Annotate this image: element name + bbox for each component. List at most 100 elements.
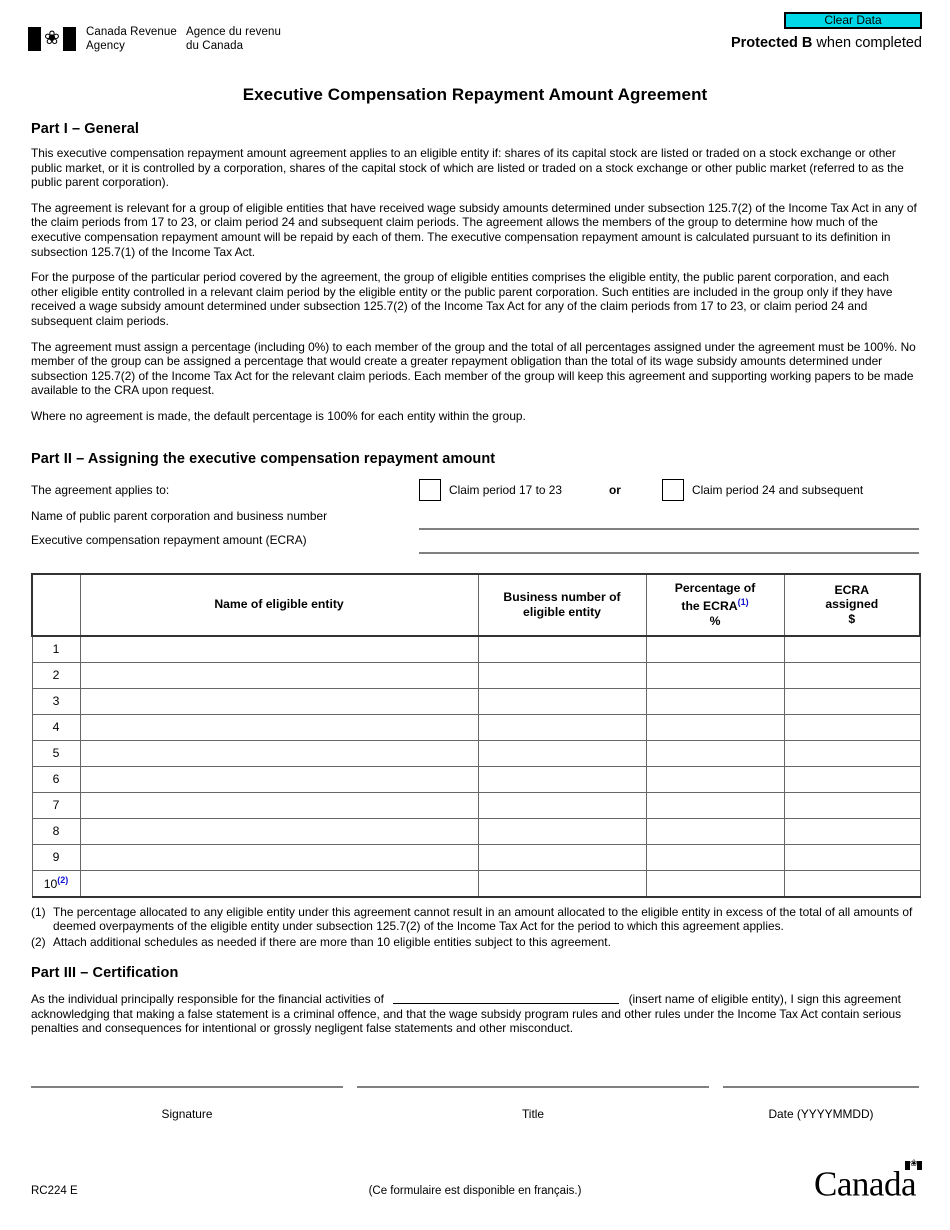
entity-name-input[interactable] — [80, 820, 478, 842]
table-footnotes: (1) The percentage allocated to any elig… — [31, 905, 919, 950]
percentage-ecra-input[interactable] — [646, 716, 784, 738]
business-number-input[interactable] — [478, 872, 646, 894]
part-3-heading: Part III – Certification — [31, 965, 179, 982]
business-number-input[interactable] — [478, 820, 646, 842]
certification-text: As the individual principally responsibl… — [31, 992, 919, 1036]
row-number-cell: 5 — [31, 739, 81, 767]
canada-wordmark-flag-icon: ❀ — [905, 1160, 922, 1170]
french-availability-note: (Ce formulaire est disponible en françai… — [368, 1185, 582, 1197]
checkbox-claim-period-24-subsequent[interactable] — [662, 478, 684, 501]
percentage-ecra-input[interactable] — [646, 664, 784, 686]
header-percentage-ecra: Percentage of the ECRA(1) % — [645, 572, 785, 637]
maple-leaf-icon: ❀ — [44, 28, 60, 49]
entity-name-cell — [79, 817, 479, 845]
entity-name-input[interactable] — [393, 993, 620, 1005]
business-number-cell — [477, 869, 647, 898]
ecra-assigned-cell — [783, 869, 921, 898]
business-number-input[interactable] — [478, 846, 646, 868]
cra-signature: ❀ Canada Revenue Agency Agence du revenu… — [28, 26, 296, 53]
entity-name-input[interactable] — [80, 768, 478, 790]
header-business-number-line2: eligible entity — [523, 604, 601, 619]
header-ecra-line2: assigned — [825, 597, 879, 612]
table-row: 1 — [31, 635, 921, 663]
percentage-ecra-cell — [645, 817, 785, 845]
ecra-amount-input[interactable] — [419, 537, 919, 552]
percentage-ecra-input[interactable] — [646, 638, 784, 660]
business-number-input[interactable] — [478, 690, 646, 712]
entity-name-input[interactable] — [80, 664, 478, 686]
title-line — [357, 1086, 709, 1106]
page-footer: RC224 E (Ce formulaire est disponible en… — [0, 1155, 950, 1215]
percentage-ecra-input[interactable] — [646, 690, 784, 712]
title-input[interactable] — [357, 1088, 709, 1106]
ecra-assigned-input[interactable] — [784, 872, 920, 894]
entity-name-input[interactable] — [80, 846, 478, 868]
ecra-assigned-input[interactable] — [784, 664, 920, 686]
percentage-ecra-input[interactable] — [646, 794, 784, 816]
ecra-assigned-input[interactable] — [784, 794, 920, 816]
agency-name-french: Agence du revenu du Canada — [186, 26, 296, 53]
agency-fr-line1: Agence du revenu — [186, 26, 281, 38]
percentage-ecra-input[interactable] — [646, 846, 784, 868]
part-1-paragraph-5: Where no agreement is made, the default … — [31, 408, 526, 423]
business-number-input[interactable] — [478, 664, 646, 686]
entity-name-input[interactable] — [80, 794, 478, 816]
part-1-paragraph-4: The agreement must assign a percentage (… — [31, 339, 916, 398]
certification-text-before: As the individual principally responsibl… — [31, 992, 384, 1007]
applies-to-label: The agreement applies to: — [31, 482, 170, 497]
checkbox-claim-period-17-23[interactable] — [419, 478, 441, 501]
parent-corporation-input[interactable] — [419, 513, 919, 528]
or-separator-label: or — [609, 482, 621, 497]
eligible-entities-table: Name of eligible entity Business number … — [31, 572, 921, 898]
header-percentage-line1: Percentage of — [674, 580, 756, 595]
business-number-input[interactable] — [478, 768, 646, 790]
ecra-assigned-input[interactable] — [784, 846, 920, 868]
percentage-ecra-input[interactable] — [646, 872, 784, 894]
header-percentage-unit: % — [709, 613, 721, 628]
business-number-input[interactable] — [478, 638, 646, 660]
percentage-ecra-input[interactable] — [646, 742, 784, 764]
percentage-ecra-cell — [645, 843, 785, 871]
entity-name-input[interactable] — [80, 872, 478, 894]
entity-name-input[interactable] — [80, 742, 478, 764]
entity-name-cell — [79, 661, 479, 689]
business-number-input[interactable] — [478, 742, 646, 764]
business-number-cell — [477, 635, 647, 663]
row-number-cell: 4 — [31, 713, 81, 741]
footnote-2: (2) Attach additional schedules as neede… — [31, 935, 919, 950]
business-number-cell — [477, 739, 647, 767]
percentage-ecra-input[interactable] — [646, 820, 784, 842]
ecra-assigned-input[interactable] — [784, 742, 920, 764]
part-2-heading: Part II – Assigning the executive compen… — [31, 450, 496, 467]
business-number-cell — [477, 661, 647, 689]
percentage-ecra-cell — [645, 713, 785, 741]
percentage-ecra-cell — [645, 765, 785, 793]
parent-corporation-field-line — [419, 512, 919, 530]
ecra-assigned-input[interactable] — [784, 768, 920, 790]
date-input[interactable] — [723, 1088, 919, 1106]
entity-name-cell — [79, 739, 479, 767]
entity-name-input[interactable] — [80, 690, 478, 712]
footnote-2-text: Attach additional schedules as needed if… — [53, 934, 611, 949]
signature-input[interactable] — [31, 1088, 343, 1106]
percentage-ecra-cell — [645, 687, 785, 715]
entity-name-input[interactable] — [80, 638, 478, 660]
header-ecra-line1: ECRA — [834, 582, 870, 597]
entity-name-cell — [79, 791, 479, 819]
table-row: 3 — [31, 687, 921, 715]
percentage-ecra-cell — [645, 739, 785, 767]
ecra-assigned-input[interactable] — [784, 820, 920, 842]
business-number-input[interactable] — [478, 716, 646, 738]
table-row: 10(2) — [31, 869, 921, 898]
parent-corporation-row: Name of public parent corporation and bu… — [31, 507, 919, 531]
entity-name-cell — [79, 765, 479, 793]
parent-corporation-label: Name of public parent corporation and bu… — [31, 508, 328, 523]
entity-name-input[interactable] — [80, 716, 478, 738]
ecra-assigned-input[interactable] — [784, 690, 920, 712]
percentage-ecra-cell — [645, 635, 785, 663]
ecra-assigned-input[interactable] — [784, 716, 920, 738]
ecra-assigned-input[interactable] — [784, 638, 920, 660]
clear-data-button[interactable]: Clear Data — [784, 12, 922, 29]
business-number-input[interactable] — [478, 794, 646, 816]
percentage-ecra-input[interactable] — [646, 768, 784, 790]
